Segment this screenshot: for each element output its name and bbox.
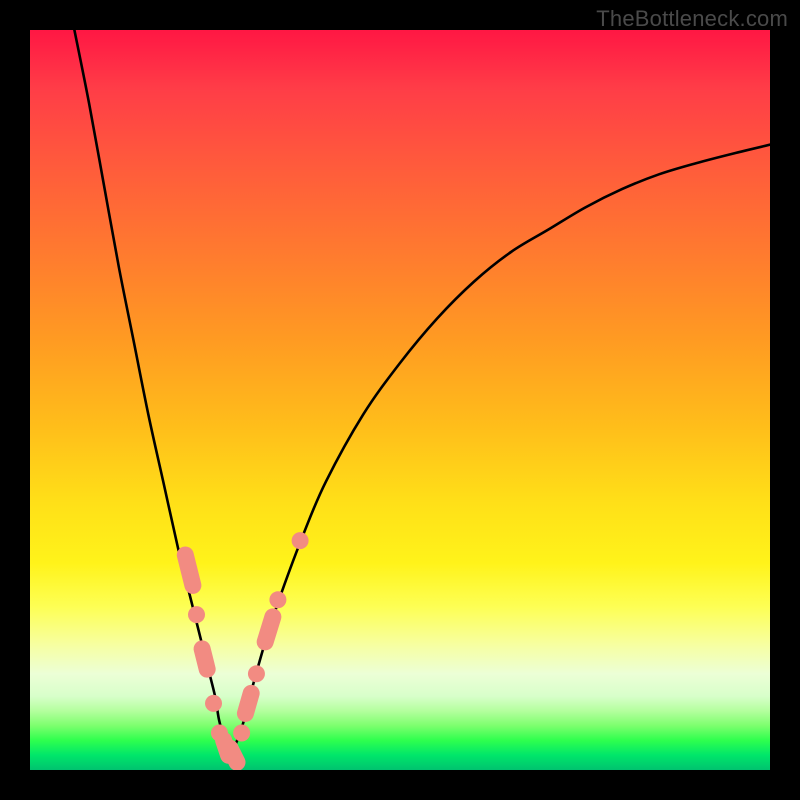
marker-dot xyxy=(269,591,286,608)
marker-dot xyxy=(188,606,205,623)
marker-capsule xyxy=(185,555,193,585)
marker-capsule xyxy=(230,748,237,762)
marker-dot xyxy=(205,695,222,712)
plot-area xyxy=(30,30,770,770)
marker-dot xyxy=(248,665,265,682)
marker-capsule xyxy=(265,617,273,642)
chart-frame: TheBottleneck.com xyxy=(0,0,800,800)
marker-dot xyxy=(233,725,250,742)
curve-right-branch xyxy=(230,145,770,756)
marker-capsule xyxy=(202,649,207,669)
curve-layer xyxy=(30,30,770,770)
marker-dot xyxy=(292,532,309,549)
marker-capsule xyxy=(245,693,251,713)
watermark-text: TheBottleneck.com xyxy=(596,6,788,32)
